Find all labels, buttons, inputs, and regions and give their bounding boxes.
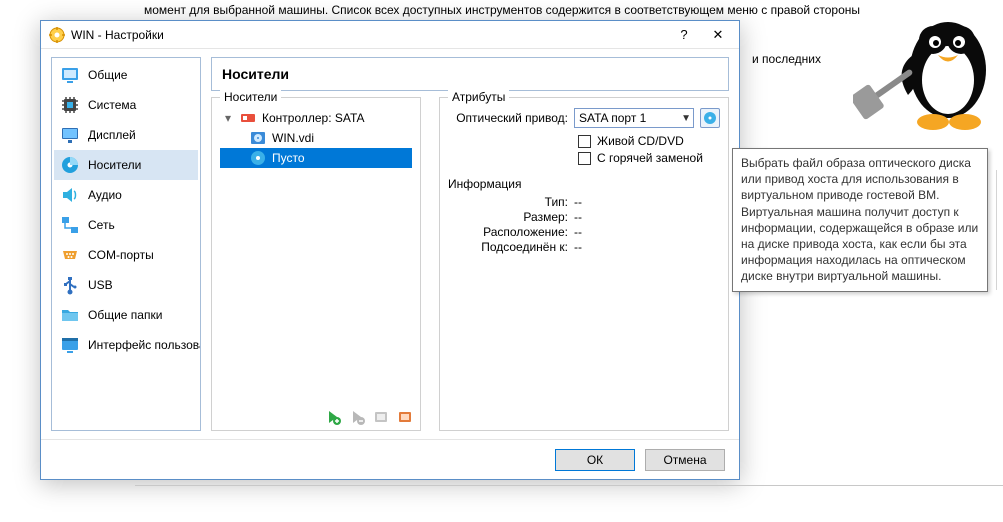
sidebar-item-label: Общие (88, 68, 127, 82)
cancel-button[interactable]: Отмена (645, 449, 725, 471)
sidebar-item-label: Сеть (88, 218, 115, 232)
info-connected-val: -- (574, 240, 582, 254)
sidebar-item-system[interactable]: Система (54, 90, 198, 120)
optical-drive-label: Оптический привод: (448, 111, 568, 125)
optical-drive-value: SATA порт 1 (579, 111, 646, 125)
sidebar-item-network[interactable]: Сеть (54, 210, 198, 240)
dialog-title: WIN - Настройки (71, 28, 667, 42)
info-type-key: Тип: (448, 195, 568, 209)
attributes-group: Атрибуты Оптический привод: SATA порт 1 … (439, 97, 729, 431)
penguin-mascot-image (853, 0, 1003, 150)
sidebar-item-label: Интерфейс пользователя (88, 338, 201, 352)
settings-dialog: WIN - Настройки ? ✕ Общие Система (40, 20, 740, 480)
folder-icon (60, 305, 80, 325)
live-cd-label: Живой CD/DVD (597, 134, 684, 148)
category-sidebar: Общие Система Дисплей Носители (51, 57, 201, 431)
sidebar-item-usb[interactable]: USB (54, 270, 198, 300)
sidebar-item-label: Система (88, 98, 136, 112)
usb-icon (60, 275, 80, 295)
sidebar-item-storage[interactable]: Носители (54, 150, 198, 180)
titlebar: WIN - Настройки ? ✕ (41, 21, 739, 49)
sidebar-item-label: Дисплей (88, 128, 136, 142)
optical-disc-icon (250, 150, 266, 166)
optical-drive-select[interactable]: SATA порт 1 ▼ (574, 108, 694, 128)
backdrop-right-fragment: и последних (752, 52, 821, 66)
sidebar-item-ui[interactable]: Интерфейс пользователя (54, 330, 198, 360)
sidebar-item-serial[interactable]: COM-порты (54, 240, 198, 270)
add-controller-button[interactable] (324, 408, 342, 426)
tree-controller-label: Контроллер: SATA (262, 111, 364, 125)
display-icon (60, 125, 80, 145)
add-attachment-button[interactable] (372, 408, 390, 426)
group-title-attributes: Атрибуты (448, 90, 509, 104)
sidebar-item-label: Носители (88, 158, 141, 172)
vbox-settings-icon (49, 27, 65, 43)
sidebar-item-label: USB (88, 278, 113, 292)
live-cd-checkbox[interactable] (578, 135, 591, 148)
hotplug-checkbox[interactable] (578, 152, 591, 165)
tree-empty-row[interactable]: Пусто (220, 148, 412, 168)
info-location-key: Расположение: (448, 225, 568, 239)
help-button[interactable]: ? (667, 24, 701, 46)
remove-controller-button[interactable] (348, 408, 366, 426)
group-title-storage: Носители (220, 90, 281, 104)
info-connected-key: Подсоединён к: (448, 240, 568, 254)
tree-controller-row[interactable]: ▾ Контроллер: SATA (220, 108, 412, 128)
storage-toolbar (324, 408, 414, 426)
page-caption: Носители (211, 57, 729, 91)
sidebar-item-shared-folders[interactable]: Общие папки (54, 300, 198, 330)
tree-disk-row[interactable]: WIN.vdi (220, 128, 412, 148)
sidebar-item-label: Аудио (88, 188, 122, 202)
choose-disk-tooltip: Выбрать файл образа оптического диска ил… (732, 148, 988, 292)
background-frame-edge (135, 485, 1003, 515)
storage-tree-group: Носители ▾ Контроллер: SATA (211, 97, 421, 431)
info-type-val: -- (574, 195, 582, 209)
dialog-footer: ОК Отмена (41, 439, 739, 479)
close-button[interactable]: ✕ (701, 24, 735, 46)
info-size-key: Размер: (448, 210, 568, 224)
hdd-icon (250, 130, 266, 146)
remove-attachment-button[interactable] (396, 408, 414, 426)
serial-port-icon (60, 245, 80, 265)
network-icon (60, 215, 80, 235)
ok-button[interactable]: ОК (555, 449, 635, 471)
info-size-val: -- (574, 210, 582, 224)
tree-empty-label: Пусто (272, 151, 305, 165)
general-icon (60, 65, 80, 85)
storage-icon (60, 155, 80, 175)
chevron-down-icon: ▼ (681, 113, 691, 124)
decorative-line (996, 170, 997, 290)
sidebar-item-label: COM-порты (88, 248, 154, 262)
sidebar-item-general[interactable]: Общие (54, 60, 198, 90)
audio-icon (60, 185, 80, 205)
tree-collapse-icon[interactable]: ▾ (222, 111, 234, 125)
chip-icon (60, 95, 80, 115)
ui-icon (60, 335, 80, 355)
sidebar-item-audio[interactable]: Аудио (54, 180, 198, 210)
info-location-val: -- (574, 225, 582, 239)
group-title-info: Информация (448, 177, 720, 191)
hotplug-label: С горячей заменой (597, 151, 703, 165)
sata-controller-icon (240, 110, 256, 126)
sidebar-item-display[interactable]: Дисплей (54, 120, 198, 150)
sidebar-item-label: Общие папки (88, 308, 162, 322)
choose-disk-button[interactable] (700, 108, 720, 128)
storage-tree: ▾ Контроллер: SATA WIN.vdi (220, 108, 412, 168)
tree-disk-label: WIN.vdi (272, 131, 314, 145)
